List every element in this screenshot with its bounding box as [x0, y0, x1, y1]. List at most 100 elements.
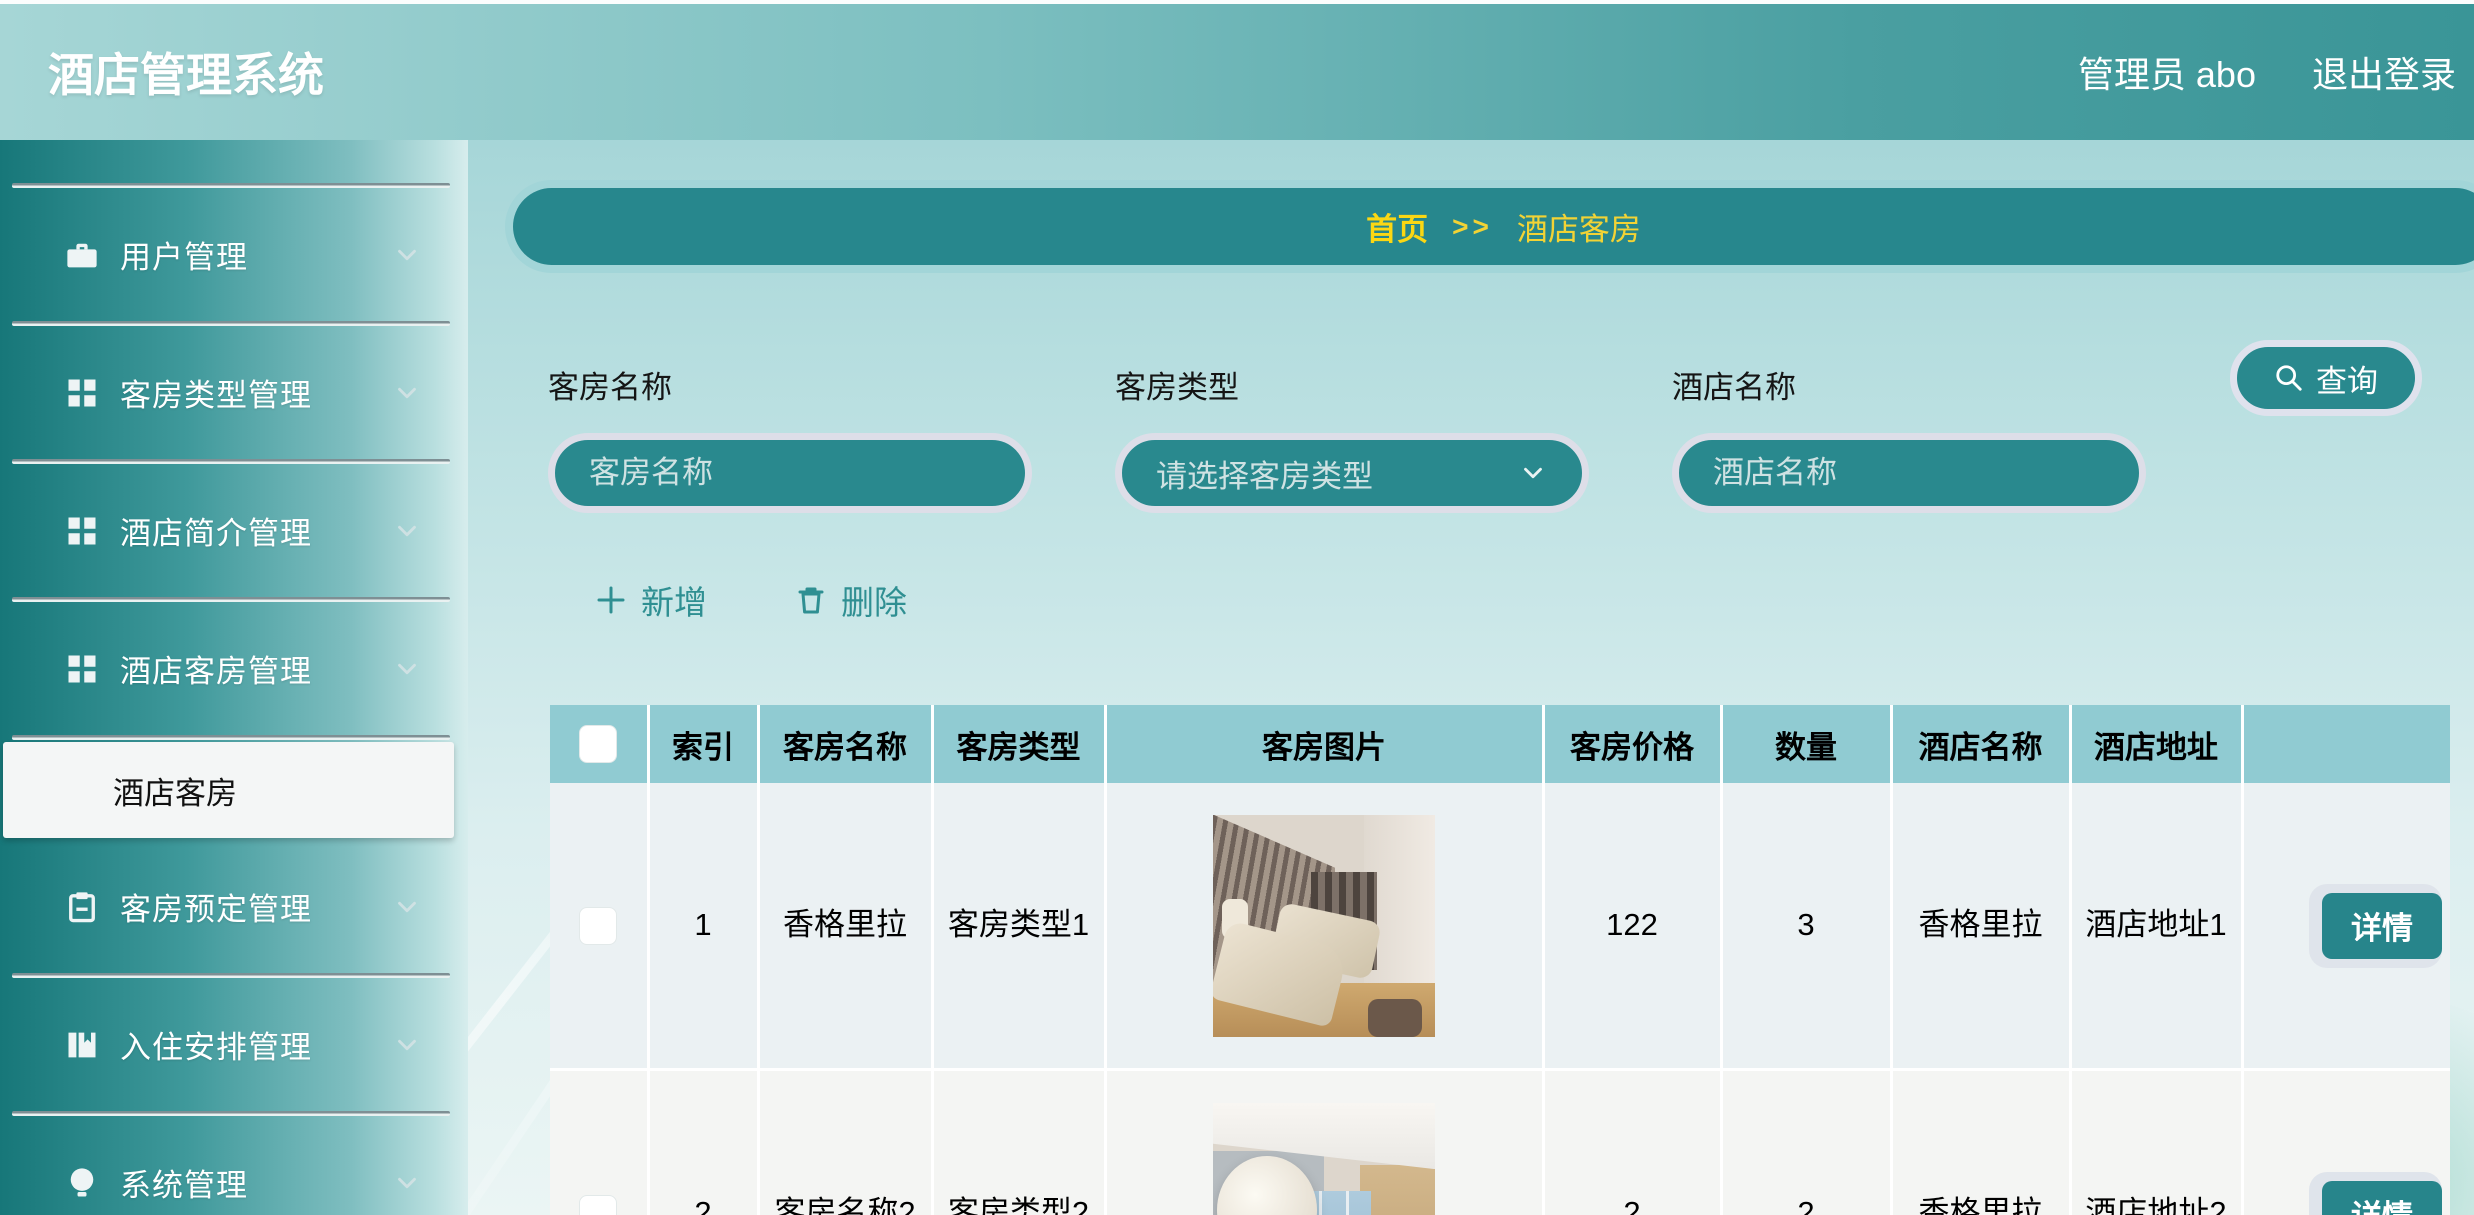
cell-room-type: 客房类型1 [932, 783, 1105, 1070]
breadcrumb-home-link[interactable]: 首页 [1366, 204, 1428, 249]
sidebar-item-hotel-room-management[interactable]: 酒店客房管理 [0, 602, 468, 735]
row-checkbox[interactable] [579, 1195, 617, 1215]
delete-button[interactable]: 删除 [795, 572, 907, 628]
hotel-name-label: 酒店名称 [1672, 362, 2146, 407]
cell-index: 1 [648, 783, 758, 1070]
add-button-label: 新增 [641, 576, 707, 624]
room-name-input[interactable] [548, 433, 1032, 513]
chevron-down-icon [392, 240, 422, 270]
sidebar-divider [12, 735, 450, 740]
table-row: 1 香格里拉 客房类型1 122 3 香格里拉 [550, 783, 2450, 1070]
app-title: 酒店管理系统 [48, 39, 324, 105]
breadcrumb-current: 酒店客房 [1517, 204, 1641, 249]
search-group-hotel-name: 酒店名称 [1672, 362, 2146, 513]
logout-link[interactable]: 退出登录 [2312, 46, 2456, 98]
column-header-quantity: 数量 [1721, 705, 1891, 783]
column-header-room-name: 客房名称 [758, 705, 932, 783]
cell-hotel-name: 香格里拉 [1891, 1070, 2070, 1215]
search-group-room-type: 客房类型 请选择客房类型 [1115, 362, 1589, 513]
sidebar-item-checkin-management[interactable]: 入住安排管理 [0, 978, 468, 1111]
grid-icon [64, 375, 100, 411]
sidebar-item-label: 系统管理 [120, 1160, 248, 1205]
table-row: 2 客房名称2 客房类型2 2 2 香格里拉 [550, 1070, 2450, 1215]
row-checkbox[interactable] [579, 907, 617, 945]
sidebar-subitem-hotel-room-active[interactable]: 酒店客房 [3, 742, 454, 838]
grid-icon [64, 513, 100, 549]
sidebar-item-user-management[interactable]: 用户管理 [0, 188, 468, 321]
room-image-lobby [1213, 1103, 1435, 1215]
rooms-table: 索引 客房名称 客房类型 客房图片 客房价格 数量 酒店名称 酒店地址 [550, 705, 2450, 1215]
header-right: 管理员 abo 退出登录 [2078, 46, 2456, 98]
plus-icon [595, 584, 627, 616]
sidebar-item-room-booking-management[interactable]: 客房预定管理 [0, 840, 468, 973]
cell-room-name: 香格里拉 [758, 783, 932, 1070]
query-button[interactable]: 查询 [2230, 340, 2422, 416]
chevron-down-icon [392, 378, 422, 408]
chevron-down-icon [392, 1030, 422, 1060]
select-all-checkbox[interactable] [579, 725, 617, 763]
sidebar-item-label: 酒店客房管理 [120, 646, 312, 691]
room-type-select[interactable]: 请选择客房类型 [1115, 433, 1589, 513]
column-header-room-price: 客房价格 [1543, 705, 1721, 783]
clipboard-icon [64, 889, 100, 925]
detail-button-shadow: 详情 [2309, 884, 2442, 968]
app-header: 酒店管理系统 管理员 abo 退出登录 [0, 0, 2474, 140]
cell-room-price: 2 [1543, 1070, 1721, 1215]
search-icon [2274, 363, 2304, 393]
sidebar-item-label: 客房类型管理 [120, 370, 312, 415]
cell-room-image [1105, 783, 1543, 1070]
cell-actions: 详情 [2242, 1070, 2450, 1215]
column-header-room-image: 客房图片 [1105, 705, 1543, 783]
query-button-label: 查询 [2316, 356, 2378, 401]
detail-button[interactable]: 详情 [2322, 1181, 2442, 1215]
room-type-label: 客房类型 [1115, 362, 1589, 407]
cell-hotel-name: 香格里拉 [1891, 783, 2070, 1070]
trash-icon [795, 584, 827, 616]
body-layout: 用户管理 客房类型管理 [0, 140, 2474, 1215]
table-header-row: 索引 客房名称 客房类型 客房图片 客房价格 数量 酒店名称 酒店地址 [550, 705, 2450, 783]
room-name-label: 客房名称 [548, 362, 1032, 407]
cell-quantity: 3 [1721, 783, 1891, 1070]
book-icon [64, 1027, 100, 1063]
main-content: 首页 >> 酒店客房 客房名称 客房类型 请选择客房类型 酒店名称 [468, 140, 2474, 1215]
column-header-actions [2242, 705, 2450, 783]
breadcrumb-separator: >> [1452, 211, 1493, 243]
chevron-down-icon [392, 654, 422, 684]
chevron-down-icon [392, 892, 422, 922]
column-header-hotel-name: 酒店名称 [1891, 705, 2070, 783]
column-header-room-type: 客房类型 [932, 705, 1105, 783]
sidebar-item-hotel-intro-management[interactable]: 酒店简介管理 [0, 464, 468, 597]
bulb-icon [64, 1165, 100, 1201]
room-image-bedroom [1213, 815, 1435, 1037]
grid-icon [64, 651, 100, 687]
hotel-management-app: 酒店管理系统 管理员 abo 退出登录 用户管理 [0, 0, 2474, 1215]
cell-index: 2 [648, 1070, 758, 1215]
chevron-down-icon [392, 516, 422, 546]
row-select-cell [550, 783, 648, 1070]
breadcrumb: 首页 >> 酒店客房 [505, 180, 2474, 273]
cell-quantity: 2 [1721, 1070, 1891, 1215]
detail-button[interactable]: 详情 [2322, 893, 2442, 959]
briefcase-icon [64, 237, 100, 273]
row-select-cell [550, 1070, 648, 1215]
cell-actions: 详情 [2242, 783, 2450, 1070]
column-header-index: 索引 [648, 705, 758, 783]
search-group-room-name: 客房名称 [548, 362, 1032, 513]
cell-hotel-address: 酒店地址1 [2070, 783, 2242, 1070]
sidebar-item-system-management[interactable]: 系统管理 [0, 1116, 468, 1215]
cell-room-name: 客房名称2 [758, 1070, 932, 1215]
header-select-all-cell [550, 705, 648, 783]
sidebar-item-room-type-management[interactable]: 客房类型管理 [0, 326, 468, 459]
sidebar-item-label: 入住安排管理 [120, 1022, 312, 1067]
add-button[interactable]: 新增 [595, 572, 707, 628]
cell-room-price: 122 [1543, 783, 1721, 1070]
sidebar: 用户管理 客房类型管理 [0, 140, 468, 1215]
sidebar-item-label: 用户管理 [120, 232, 248, 277]
detail-button-shadow: 详情 [2309, 1172, 2442, 1215]
cell-room-image [1105, 1070, 1543, 1215]
column-header-hotel-address: 酒店地址 [2070, 705, 2242, 783]
chevron-down-icon [392, 1168, 422, 1198]
sidebar-item-label: 酒店简介管理 [120, 508, 312, 553]
current-user-label: 管理员 abo [2078, 46, 2256, 98]
hotel-name-input[interactable] [1672, 433, 2146, 513]
